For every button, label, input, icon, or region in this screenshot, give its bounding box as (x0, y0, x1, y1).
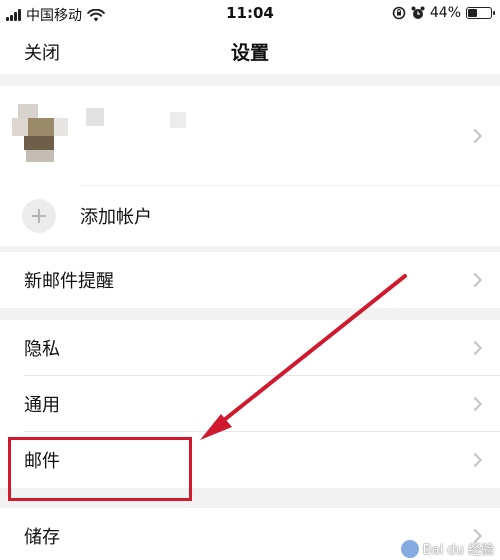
rotation-lock-icon (392, 6, 406, 20)
general-label: 通用 (24, 395, 60, 416)
chevron-right-icon (467, 272, 483, 288)
mail-label: 邮件 (24, 451, 60, 472)
chevron-right-icon (467, 128, 483, 144)
new-mail-alert-row[interactable]: 新邮件提醒 (0, 252, 500, 308)
nav-bar: 关闭 设置 (0, 28, 500, 74)
alarm-icon (411, 6, 425, 19)
privacy-row[interactable]: 隐私 (0, 320, 500, 376)
account-name-redacted (86, 108, 104, 126)
storage-row[interactable]: 储存 (0, 508, 500, 560)
battery-icon (466, 7, 495, 19)
close-button[interactable]: 关闭 (24, 39, 60, 65)
status-right: 44% (392, 5, 495, 21)
chevron-right-icon (467, 340, 483, 356)
new-mail-alert-label: 新邮件提醒 (24, 271, 114, 292)
status-bar: 中国移动 11:04 44% (0, 0, 500, 28)
account-row[interactable] (0, 86, 500, 186)
account-section: 添加帐户 (0, 86, 500, 246)
general-section: 隐私 通用 邮件 (0, 320, 500, 488)
mail-row[interactable]: 邮件 (0, 432, 500, 488)
add-account-label: 添加帐户 (80, 207, 152, 228)
chevron-right-icon (467, 396, 483, 412)
storage-label: 储存 (24, 527, 60, 548)
chevron-right-icon (467, 528, 483, 544)
notifications-section: 新邮件提醒 (0, 252, 500, 308)
chevron-right-icon (467, 452, 483, 468)
battery-percent: 44% (429, 5, 461, 21)
avatar (12, 104, 72, 164)
privacy-label: 隐私 (24, 339, 60, 360)
add-account-row[interactable]: 添加帐户 (0, 186, 500, 246)
account-email-redacted (170, 112, 186, 128)
general-row[interactable]: 通用 (0, 376, 500, 432)
battery-level (468, 9, 477, 17)
page-title: 设置 (230, 42, 269, 64)
plus-icon (22, 199, 56, 233)
storage-section: 储存 (0, 508, 500, 560)
